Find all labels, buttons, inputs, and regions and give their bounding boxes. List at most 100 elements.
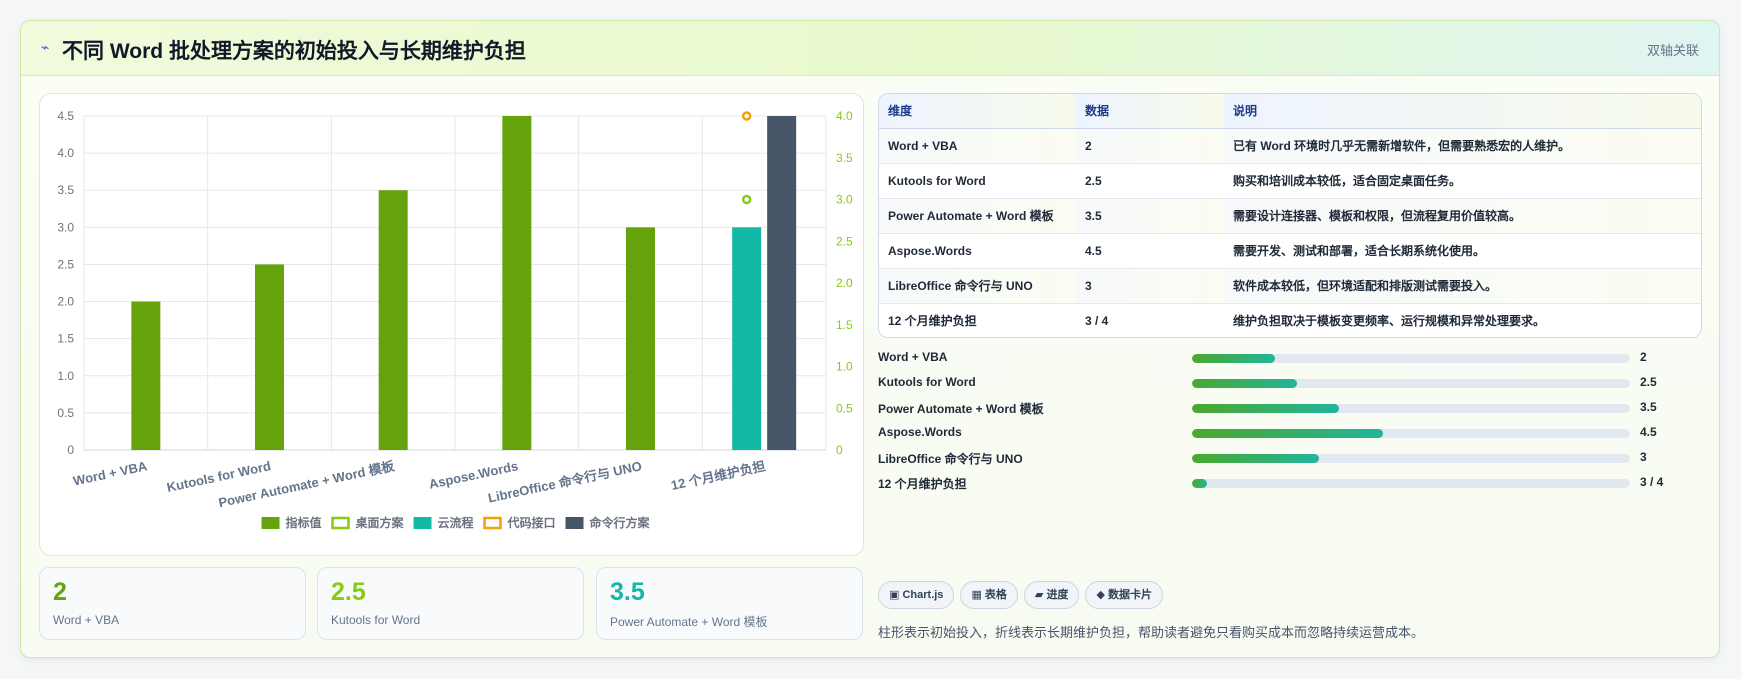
legend-swatch [261, 517, 280, 529]
progress-fill [1192, 379, 1298, 388]
legend-swatch [331, 516, 350, 530]
y-left-tick-label: 0 [67, 443, 74, 457]
table-cell: 3.5 [1076, 198, 1224, 234]
stat-label: Word + VBA [53, 613, 120, 627]
table-cell: 3 [1076, 268, 1224, 304]
progress-track [1192, 379, 1630, 388]
table-cell: Word + VBA [879, 128, 1076, 164]
table-cell: LibreOffice 命令行与 UNO [879, 268, 1076, 304]
table-row: LibreOffice 命令行与 UNO 3 软件成本较低，但环境适配和排版测试… [879, 268, 1701, 304]
chip-progress[interactable]: ▰ 进度 [1023, 581, 1080, 609]
legend-label: 云流程 [438, 515, 474, 530]
progress-value: 4.5 [1640, 425, 1657, 439]
table-cell: 4.5 [1076, 233, 1224, 269]
progress-fill [1192, 429, 1383, 438]
stat-label: Kutools for Word [331, 613, 421, 627]
table-icon: ▦ [971, 589, 982, 601]
stat-label: Power Automate + Word 模板 [610, 615, 768, 629]
y-right-tick-label: 1.5 [836, 318, 853, 332]
table-header-row: 维度 数据 说明 [879, 94, 1701, 129]
y-left-tick-label: 2.5 [57, 257, 74, 271]
dashboard-card: ⌁ 不同 Word 批处理方案的初始投入与长期维护负担 双轴关联 0 0.5 1.0… [20, 20, 1720, 658]
stat-card: 3.5 Power Automate + Word 模板 [596, 567, 863, 640]
progress-label: Aspose.Words [878, 425, 962, 439]
progress-fill [1192, 404, 1339, 413]
progress-row: Word + VBA 2 [878, 348, 1702, 373]
progress-value: 2 [1640, 350, 1647, 364]
diamond-icon: ◆ [1096, 589, 1105, 601]
y-right-tick-label: 3.5 [836, 151, 853, 165]
legend-label: 代码接口 [507, 515, 556, 530]
table-cell: Power Automate + Word 模板 [879, 198, 1076, 234]
column-header: 说明 [1224, 94, 1701, 129]
table-row: Kutools for Word 2.5 购买和培训成本较低，适合固定桌面任务。 [879, 163, 1701, 199]
chip-data-cards[interactable]: ◆ 数据卡片 [1085, 581, 1163, 609]
chip-chartjs[interactable]: ▣ Chart.js [878, 581, 955, 609]
table-cell: 购买和培训成本较低，适合固定桌面任务。 [1224, 163, 1701, 199]
table-cell: 2.5 [1076, 163, 1224, 199]
progress-row: 12 个月维护负担 3 / 4 [878, 473, 1702, 498]
table-cell: 3 / 4 [1076, 303, 1224, 337]
point-desktop [741, 194, 752, 205]
y-left-tick-label: 1.5 [57, 332, 74, 346]
progress-track [1192, 404, 1630, 413]
progress-label: 12 个月维护负担 [878, 477, 967, 491]
progress-fill [1192, 354, 1276, 363]
y-right-tick-label: 2.5 [836, 234, 853, 248]
table-cell: Kutools for Word [879, 163, 1076, 199]
progress-label: Word + VBA [878, 350, 948, 364]
stat-value: 3.5 [610, 578, 645, 606]
progress-track [1192, 354, 1630, 363]
column-header: 数据 [1076, 94, 1224, 129]
progress-row: Kutools for Word 2.5 [878, 373, 1702, 398]
y-left-tick-label: 3.0 [57, 220, 74, 234]
table-cell: 2 [1076, 128, 1224, 164]
stat-value: 2.5 [331, 578, 366, 606]
legend-label: 命令行方案 [589, 515, 651, 530]
progress-fill [1192, 479, 1208, 488]
progress-track [1192, 479, 1630, 488]
progress-label: Power Automate + Word 模板 [878, 402, 1044, 416]
chart-icon: ▣ [889, 589, 900, 601]
chip-label: 进度 [1046, 589, 1069, 601]
point-code [741, 111, 752, 121]
table-cell: 12 个月维护负担 [879, 303, 1076, 337]
y-left-tick-label: 1.0 [57, 369, 74, 383]
chart-panel: 0 0.5 1.0 1.5 2.0 2.5 3.0 3.5 4.0 4.5 0 0.5 1.0 1.5 2.… [39, 93, 864, 556]
y-right-tick-label: 2.0 [836, 276, 853, 290]
y-left-tick-label: 3.5 [57, 183, 74, 197]
chip-table[interactable]: ▦ 表格 [960, 581, 1018, 609]
footnote: 柱形表示初始投入，折线表示长期维护负担，帮助读者避免只看购买成本而忽略持续运营成… [878, 625, 1425, 640]
bar [131, 301, 161, 450]
chip-label: 表格 [984, 589, 1007, 601]
table-row: 12 个月维护负担 3 / 4 维护负担取决于模板变更频率、运行规模和异常处理要… [879, 303, 1701, 337]
progress-row: LibreOffice 命令行与 UNO 3 [878, 448, 1702, 473]
lightning-icon: ⌁ [41, 39, 50, 55]
bar-chart: 0 0.5 1.0 1.5 2.0 2.5 3.0 3.5 4.0 4.5 0 0.5 1.0 1.5 2.… [57, 109, 853, 530]
legend-label: 桌面方案 [355, 515, 405, 530]
progress-list: Word + VBA 2 Kutools for Word 2.5 Power … [878, 348, 1702, 498]
table-cell: 维护负担取决于模板变更频率、运行规模和异常处理要求。 [1224, 303, 1701, 337]
bar [502, 116, 532, 450]
progress-label: Kutools for Word [878, 375, 976, 389]
card-header: ⌁ 不同 Word 批处理方案的初始投入与长期维护负担 双轴关联 [21, 21, 1719, 76]
table-row: Aspose.Words 4.5 需要开发、测试和部署，适合长期系统化使用。 [879, 233, 1701, 269]
x-tick-label: Word + VBA [72, 458, 149, 488]
bar [626, 227, 655, 450]
progress-value: 2.5 [1640, 375, 1657, 389]
progress-track [1192, 429, 1630, 438]
table-row: Power Automate + Word 模板 3.5 需要设计连接器、模板和… [879, 198, 1701, 234]
chip-label: Chart.js [902, 589, 944, 601]
progress-value: 3.5 [1640, 400, 1657, 414]
table-cell: 需要设计连接器、模板和权限，但流程复用价值较高。 [1224, 198, 1701, 234]
page-title: 不同 Word 批处理方案的初始投入与长期维护负担 [62, 40, 526, 63]
legend-swatch [413, 517, 432, 529]
progress-track [1192, 454, 1630, 463]
progress-fill [1192, 454, 1320, 463]
y-left-tick-label: 4.5 [57, 109, 74, 123]
legend-swatch [565, 517, 584, 529]
x-tick-label: 12 个月维护负担 [670, 458, 767, 493]
column-header: 维度 [879, 94, 1076, 129]
progress-label: LibreOffice 命令行与 UNO [878, 452, 1023, 466]
table-cell: Aspose.Words [879, 233, 1076, 269]
